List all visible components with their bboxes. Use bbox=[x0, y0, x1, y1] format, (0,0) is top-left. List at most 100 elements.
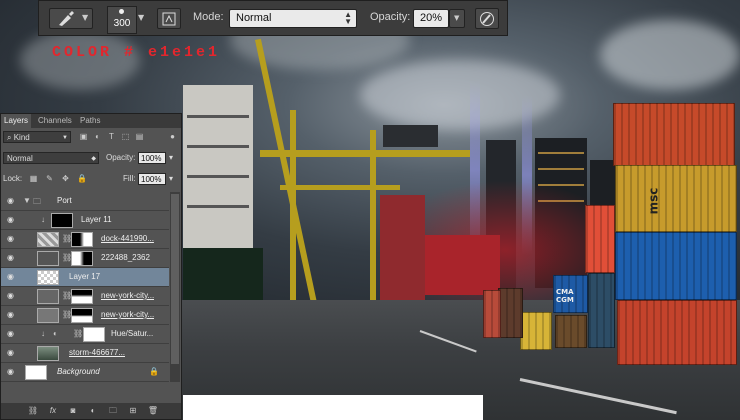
opacity-dropdown[interactable]: ▼ bbox=[449, 9, 465, 28]
filter-row: ⌕ Kind ▼ ▣ ◐ T ⬚ ▤ ● bbox=[3, 131, 179, 146]
layer-name: Port bbox=[57, 196, 72, 205]
new-layer-icon[interactable]: ⊞ bbox=[127, 406, 139, 416]
clipping-arrow-icon: ↓ bbox=[41, 215, 45, 224]
fill-value: 100% bbox=[141, 175, 162, 184]
chevron-down-icon[interactable]: ▼ bbox=[138, 13, 144, 22]
msc-label: msc bbox=[646, 187, 661, 215]
new-group-icon[interactable]: 🗀 bbox=[107, 406, 119, 416]
pressure-opacity-toggle[interactable] bbox=[475, 8, 499, 29]
mode-label: Mode: bbox=[193, 11, 224, 23]
eye-icon[interactable]: ◉ bbox=[5, 273, 16, 281]
cma-label: CMA CGM bbox=[556, 288, 574, 304]
adjustment-icon: ◐ bbox=[53, 329, 58, 338]
layer-mask-thumbnail[interactable] bbox=[71, 308, 93, 323]
brush-size-picker[interactable]: 300 bbox=[107, 6, 137, 34]
chevron-down-icon[interactable]: ▾ bbox=[169, 174, 173, 183]
blend-mode-dropdown[interactable]: Normal ◆ bbox=[3, 152, 99, 164]
lock-pixels-icon[interactable]: ✎ bbox=[45, 174, 54, 183]
adjustment-filter-icon[interactable]: ◐ bbox=[93, 132, 102, 141]
layers-scrollbar[interactable] bbox=[170, 192, 180, 382]
eye-icon[interactable]: ◉ bbox=[5, 197, 16, 205]
layer-mask-thumbnail[interactable] bbox=[71, 289, 93, 304]
link-layers-icon[interactable]: ⛓ bbox=[27, 406, 39, 416]
brush-icon bbox=[56, 10, 76, 32]
container-yellow: msc bbox=[615, 165, 737, 232]
layer-thumbnail bbox=[25, 365, 47, 380]
eye-icon[interactable]: ◉ bbox=[5, 254, 16, 262]
lock-row: Lock: ▦ ✎ ✥ 🔒 Fill: 100% ▾ bbox=[3, 172, 179, 187]
layer-mask-thumbnail[interactable] bbox=[71, 232, 93, 247]
layers-panel: Layers Channels Paths ⌕ Kind ▼ ▣ ◐ T ⬚ ▤… bbox=[0, 113, 182, 420]
eye-icon[interactable]: ◉ bbox=[5, 330, 16, 338]
layer-opacity-value: 100% bbox=[141, 154, 162, 163]
container-brown-small bbox=[555, 315, 587, 348]
link-icon[interactable]: ⛓ bbox=[73, 329, 83, 338]
container-red bbox=[617, 300, 737, 365]
brush-tip-icon bbox=[119, 9, 124, 14]
pressure-pen-icon bbox=[479, 11, 495, 31]
layer-row[interactable]: ◉ ⛓ dock-441990... bbox=[1, 230, 169, 249]
crane bbox=[290, 110, 296, 320]
eye-icon[interactable]: ◉ bbox=[5, 216, 16, 224]
add-mask-icon[interactable]: ◙ bbox=[67, 406, 79, 416]
crane bbox=[370, 130, 376, 320]
lock-transparency-icon[interactable]: ▦ bbox=[29, 174, 38, 183]
layer-name: Hue/Satur... bbox=[111, 329, 154, 338]
eye-icon[interactable]: ◉ bbox=[5, 368, 16, 376]
container-brown bbox=[498, 288, 523, 338]
brush-panel-toggle[interactable] bbox=[157, 8, 181, 29]
tab-channels[interactable]: Channels bbox=[35, 114, 75, 128]
filter-kind-dropdown[interactable]: ⌕ Kind ▼ bbox=[3, 131, 71, 143]
pixel-filter-icon[interactable]: ▣ bbox=[79, 132, 88, 141]
chevron-down-icon[interactable]: ▼ bbox=[23, 196, 31, 205]
red-building bbox=[380, 195, 425, 315]
white-fill-area bbox=[183, 395, 483, 420]
updown-arrows-icon: ◆ bbox=[91, 156, 96, 162]
eye-icon[interactable]: ◉ bbox=[5, 349, 16, 357]
eye-icon[interactable]: ◉ bbox=[5, 235, 16, 243]
tab-paths[interactable]: Paths bbox=[77, 114, 103, 128]
tab-layers[interactable]: Layers bbox=[1, 114, 32, 128]
layer-opacity-field[interactable]: 100% bbox=[138, 152, 166, 164]
container-red-stack bbox=[585, 205, 615, 273]
layer-row-background[interactable]: ◉ Background 🔒 bbox=[1, 363, 169, 382]
lock-position-icon[interactable]: ✥ bbox=[61, 174, 70, 183]
layer-thumbnail bbox=[37, 289, 59, 304]
fx-icon[interactable]: fx bbox=[47, 406, 59, 416]
color-annotation: COLOR # e1e1e1 bbox=[52, 44, 221, 61]
layer-row[interactable]: ◉ ⛓ new-york-city... bbox=[1, 306, 169, 325]
fill-field[interactable]: 100% bbox=[138, 173, 166, 185]
mode-dropdown[interactable]: Normal ▲ ▼ bbox=[229, 9, 357, 28]
opacity-field[interactable]: 20% bbox=[413, 9, 449, 28]
scrollbar-thumb[interactable] bbox=[171, 194, 179, 364]
filter-kind-value: Kind bbox=[13, 133, 30, 142]
chevron-down-icon[interactable]: ▾ bbox=[169, 153, 173, 162]
layer-row[interactable]: ◉ storm-466677... bbox=[1, 344, 169, 363]
layer-thumbnail bbox=[37, 346, 59, 361]
tool-options-bar: ▼ 300 ▼ Mode: Normal ▲ ▼ Opacity: 20% ▼ bbox=[38, 0, 508, 36]
filter-toggle-icon[interactable]: ● bbox=[168, 132, 177, 141]
mode-value: Normal bbox=[236, 12, 272, 24]
eye-icon[interactable]: ◉ bbox=[5, 311, 16, 319]
container-cma: CMA CGM bbox=[553, 275, 588, 313]
layer-mask-thumbnail[interactable] bbox=[71, 251, 93, 266]
new-adjustment-icon[interactable]: ◐ bbox=[87, 406, 99, 416]
layer-row[interactable]: ◉ ↓ ◐ ⛓ Hue/Satur... bbox=[1, 325, 169, 344]
layer-row[interactable]: ◉ ↓ Layer 11 bbox=[1, 211, 169, 230]
layer-row[interactable]: ◉ ⛓ new-york-city... bbox=[1, 287, 169, 306]
trash-icon[interactable]: 🗑 bbox=[147, 406, 159, 416]
eye-icon[interactable]: ◉ bbox=[5, 292, 16, 300]
layer-row-selected[interactable]: ◉ Layer 17 bbox=[1, 268, 169, 287]
brush-tool-preset[interactable]: ▼ bbox=[49, 8, 93, 29]
lock-all-icon[interactable]: 🔒 bbox=[77, 174, 87, 183]
red-building bbox=[420, 235, 500, 295]
layer-row[interactable]: ◉ ⛓ 222488_2362 bbox=[1, 249, 169, 268]
type-filter-icon[interactable]: T bbox=[107, 132, 116, 141]
shape-filter-icon[interactable]: ⬚ bbox=[121, 132, 130, 141]
layer-thumbnail bbox=[37, 270, 59, 285]
layer-mask-thumbnail[interactable] bbox=[83, 327, 105, 342]
fill-label: Fill: bbox=[123, 174, 136, 183]
lock-icon: 🔒 bbox=[149, 367, 159, 376]
smart-object-filter-icon[interactable]: ▤ bbox=[135, 132, 144, 141]
layer-group-port[interactable]: ◉ ▼ 🗀 Port bbox=[1, 192, 169, 211]
